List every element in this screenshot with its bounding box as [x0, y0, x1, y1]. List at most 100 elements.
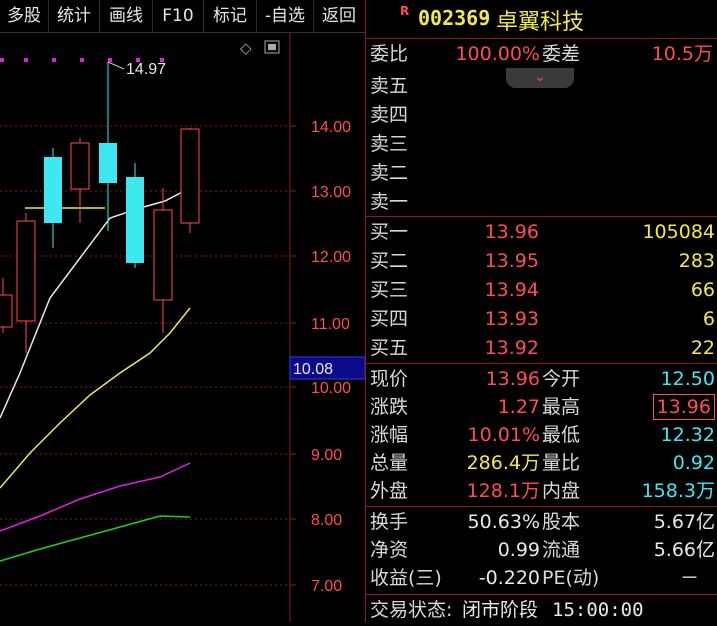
y-tick-label: 13.00: [311, 184, 351, 201]
high-price-label: 14.97: [126, 61, 166, 78]
ask-row[interactable]: 卖四: [366, 101, 717, 129]
net-assets-label: 净资: [370, 539, 409, 561]
divider: [366, 38, 717, 39]
y-tick-label: 14.00: [311, 119, 351, 136]
volume-ratio-label: 量比: [542, 452, 581, 474]
quote-row: 现价 13.96 今开 12.50: [366, 365, 717, 393]
axis-ticks: [290, 125, 296, 586]
quote-row: 涨跌 1.27 最高 13.96: [366, 393, 717, 421]
remove-watchlist-button[interactable]: -自选: [257, 0, 314, 32]
y-tick-label: 9.00: [311, 447, 342, 464]
y-tick-label: 12.00: [311, 249, 351, 266]
weibi-label: 委比: [370, 43, 409, 65]
status-time: 15:00:00: [552, 599, 644, 621]
candle-up: [16, 220, 36, 322]
mark-button[interactable]: 标记: [204, 0, 257, 32]
quote-row: 外盘 128.1万 内盘 158.3万: [366, 477, 717, 505]
quote-row: 涨幅 10.01% 最低 12.32: [366, 421, 717, 449]
low-value: 12.32: [660, 424, 715, 446]
bid-label: 买四: [370, 308, 409, 330]
high-label: 最高: [542, 396, 581, 418]
status-label: 交易状态:: [370, 599, 453, 621]
draw-line-button[interactable]: 画线: [100, 0, 153, 32]
change-label: 涨跌: [370, 396, 409, 418]
float-shares-value: 5.66亿: [653, 539, 715, 561]
ask-row[interactable]: 卖一: [366, 188, 717, 216]
candle-up: [153, 209, 173, 301]
stock-header: R 002369 卓翼科技: [366, 0, 717, 36]
fund-row: 换手 50.63% 股本 5.67亿: [366, 508, 717, 536]
status-row: 交易状态: 闭市阶段 15:00:00: [366, 596, 717, 624]
bid-price: 13.93: [484, 308, 539, 330]
ma20-line: [0, 462, 191, 532]
float-shares-label: 流通: [542, 539, 581, 561]
candle-up: [70, 142, 90, 190]
ask-row[interactable]: 卖二: [366, 159, 717, 187]
y-tick-label: 7.00: [311, 578, 342, 595]
f10-button[interactable]: F10: [153, 0, 204, 32]
divider: [366, 363, 717, 364]
divider: [366, 216, 717, 217]
outer-label: 外盘: [370, 480, 409, 502]
ask-label: 卖一: [370, 191, 409, 213]
bid-label: 买一: [370, 221, 409, 243]
volume-value: 286.4万: [466, 452, 540, 474]
stock-code[interactable]: 002369: [418, 6, 490, 30]
ma30-line: [0, 515, 191, 562]
quote-panel: R 002369 卓翼科技 委比 100.00% 委差 10.5万 ⌄ 卖五 卖…: [366, 0, 717, 622]
kline-chart[interactable]: 14.00 13.00 12.00 11.00 10.00 9.00 8.00 …: [0, 33, 366, 622]
weicha-value: 10.5万: [651, 43, 713, 65]
volume-ratio-value: 0.92: [672, 452, 715, 474]
turnover-label: 换手: [370, 511, 409, 533]
ask-row[interactable]: 卖三: [366, 130, 717, 158]
bid-row[interactable]: 买三 13.94 66: [366, 276, 717, 304]
y-tick-label: 11.00: [311, 316, 350, 333]
diamond-icon[interactable]: ◇: [240, 39, 252, 57]
weibi-value: 100.00%: [455, 43, 540, 65]
weibi-row: 委比 100.00% 委差 10.5万: [366, 40, 717, 68]
bid-label: 买五: [370, 337, 409, 359]
divider: [366, 594, 717, 595]
bid-price: 13.96: [484, 221, 539, 243]
back-button[interactable]: 返回: [314, 0, 364, 32]
change-pct-value: 10.01%: [467, 424, 540, 446]
bid-volume: 22: [690, 337, 715, 359]
statistics-button[interactable]: 统计: [49, 0, 100, 32]
multi-stock-button[interactable]: 多股: [0, 0, 49, 32]
current-price-label: 10.08: [293, 361, 333, 378]
stock-name[interactable]: 卓翼科技: [496, 4, 584, 36]
pe-value: －: [679, 567, 699, 589]
change-pct-label: 涨幅: [370, 424, 409, 446]
bid-volume: 283: [678, 250, 715, 272]
net-assets-value: 0.99: [497, 539, 540, 561]
chart-toolbar: 多股 统计 画线 F10 标记 -自选 返回: [0, 0, 365, 33]
bid-row[interactable]: 买一 13.96 105084: [366, 218, 717, 246]
fund-row: 净资 0.99 流通 5.66亿: [366, 536, 717, 564]
open-value: 12.50: [660, 368, 715, 390]
last-price-label: 现价: [370, 368, 409, 390]
window-toggle-inner: [268, 44, 276, 50]
ask-label: 卖四: [370, 104, 409, 126]
low-label: 最低: [542, 424, 581, 446]
bid-row[interactable]: 买四 13.93 6: [366, 305, 717, 333]
last-price-value: 13.96: [485, 368, 540, 390]
quote-row: 总量 286.4万 量比 0.92: [366, 449, 717, 477]
bid-label: 买二: [370, 250, 409, 272]
inner-value: 158.3万: [641, 480, 715, 502]
volume-label: 总量: [370, 452, 409, 474]
total-shares-label: 股本: [542, 511, 581, 533]
candle-down: [44, 157, 62, 223]
kline-chart-svg: 14.00 13.00 12.00 11.00 10.00 9.00 8.00 …: [0, 33, 366, 622]
bid-volume: 105084: [642, 221, 715, 243]
bid-price: 13.92: [484, 337, 539, 359]
change-value: 1.27: [497, 396, 540, 418]
ask-row[interactable]: 卖五: [366, 72, 717, 100]
bid-row[interactable]: 买五 13.92 22: [366, 334, 717, 362]
eps-label: 收益(三): [370, 567, 442, 589]
status-value: 闭市阶段: [462, 599, 539, 621]
candle-down: [126, 177, 144, 263]
bid-label: 买三: [370, 279, 409, 301]
outer-value: 128.1万: [466, 480, 540, 502]
y-tick-label: 10.00: [311, 380, 351, 397]
bid-row[interactable]: 买二 13.95 283: [366, 247, 717, 275]
